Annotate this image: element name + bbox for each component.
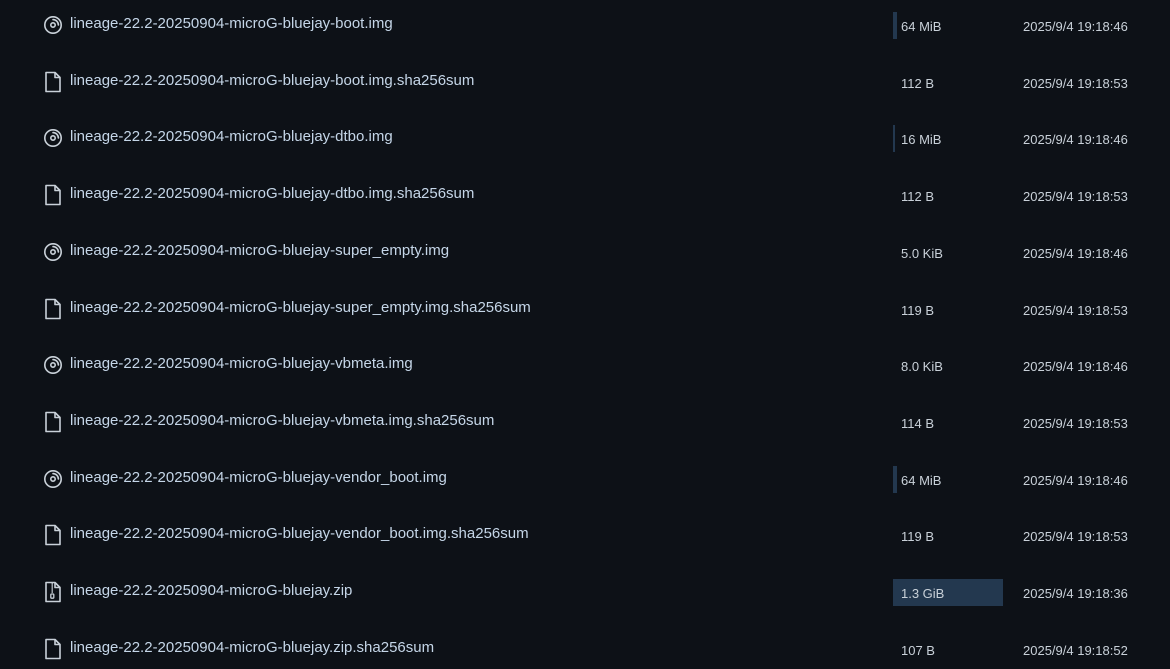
file-date: 2025/9/4 19:18:46 <box>1023 359 1128 375</box>
size-bar <box>893 465 897 493</box>
file-name-link[interactable]: lineage-22.2-20250904-microG-bluejay-dtb… <box>70 128 393 145</box>
file-row: lineage-22.2-20250904-microG-bluejay-sup… <box>0 227 1170 284</box>
file-icon <box>42 70 64 94</box>
file-row: lineage-22.2-20250904-microG-bluejay-dtb… <box>0 113 1170 170</box>
file-date: 2025/9/4 19:18:36 <box>1023 586 1128 601</box>
file-date: 2025/9/4 19:18:46 <box>1023 19 1128 34</box>
file-name-link[interactable]: lineage-22.2-20250904-microG-bluejay-vbm… <box>70 412 494 429</box>
file-name-link[interactable]: lineage-22.2-20250904-microG-bluejay.zip <box>70 582 352 599</box>
file-icon <box>42 410 64 434</box>
file-row: lineage-22.2-20250904-microG-bluejay-boo… <box>0 57 1170 114</box>
file-name-link[interactable]: lineage-22.2-20250904-microG-bluejay.zip… <box>70 639 434 656</box>
size-bar <box>893 12 897 39</box>
file-size: 114 B <box>901 415 935 431</box>
file-size-cell: 64 MiB <box>893 12 1003 39</box>
file-size-cell: 119 B <box>893 522 1003 549</box>
file-row: lineage-22.2-20250904-microG-bluejay-sup… <box>0 284 1170 341</box>
file-size: 1.3 GiB <box>901 586 945 601</box>
file-icon <box>42 183 64 207</box>
file-row: lineage-22.2-20250904-microG-bluejay-ven… <box>0 510 1170 567</box>
file-size-cell: 5.0 KiB <box>893 239 1003 266</box>
file-name-link[interactable]: lineage-22.2-20250904-microG-bluejay-dtb… <box>70 185 474 202</box>
file-size-cell: 114 B <box>893 409 1003 436</box>
file-size-cell: 8.0 KiB <box>893 352 1003 379</box>
file-size-cell: 107 B <box>893 636 1003 663</box>
file-row: lineage-22.2-20250904-microG-bluejay-vbm… <box>0 397 1170 454</box>
file-row: lineage-22.2-20250904-microG-bluejay.zip… <box>0 624 1170 669</box>
file-size-cell: 64 MiB <box>893 465 1003 493</box>
file-size: 107 B <box>901 642 935 658</box>
file-name-link[interactable]: lineage-22.2-20250904-microG-bluejay-boo… <box>70 15 393 32</box>
file-date: 2025/9/4 19:18:53 <box>1023 189 1128 205</box>
file-row: lineage-22.2-20250904-microG-bluejay-boo… <box>0 0 1170 57</box>
size-bar <box>893 125 895 153</box>
file-icon <box>42 297 64 321</box>
file-row: lineage-22.2-20250904-microG-bluejay-vbm… <box>0 340 1170 397</box>
file-size: 119 B <box>901 302 935 318</box>
file-size-cell: 112 B <box>893 182 1003 209</box>
file-size: 16 MiB <box>901 132 942 148</box>
file-size-cell: 1.3 GiB <box>893 579 1003 606</box>
file-date: 2025/9/4 19:18:53 <box>1023 75 1128 91</box>
file-size: 119 B <box>901 529 935 545</box>
file-row: lineage-22.2-20250904-microG-bluejay-dtb… <box>0 170 1170 227</box>
file-name-link[interactable]: lineage-22.2-20250904-microG-bluejay-boo… <box>70 72 474 89</box>
file-name-link[interactable]: lineage-22.2-20250904-microG-bluejay-sup… <box>70 299 531 316</box>
file-size: 112 B <box>901 75 935 91</box>
file-icon <box>42 523 64 547</box>
file-name-link[interactable]: lineage-22.2-20250904-microG-bluejay-ven… <box>70 525 529 542</box>
file-date: 2025/9/4 19:18:46 <box>1023 245 1128 261</box>
file-size: 5.0 KiB <box>901 245 943 261</box>
file-size-cell: 119 B <box>893 296 1003 323</box>
file-date: 2025/9/4 19:18:53 <box>1023 415 1128 431</box>
file-size-cell: 16 MiB <box>893 125 1003 153</box>
file-date: 2025/9/4 19:18:46 <box>1023 132 1128 148</box>
disc-icon <box>42 126 64 150</box>
file-date: 2025/9/4 19:18:46 <box>1023 472 1128 488</box>
file-name-link[interactable]: lineage-22.2-20250904-microG-bluejay-vbm… <box>70 355 413 372</box>
disc-icon <box>42 467 64 491</box>
zip-icon <box>42 580 64 604</box>
disc-icon <box>42 353 64 377</box>
file-row: lineage-22.2-20250904-microG-bluejay.zip… <box>0 567 1170 624</box>
file-size: 64 MiB <box>901 19 942 34</box>
disc-icon <box>42 13 64 37</box>
file-icon <box>42 637 64 661</box>
file-size: 112 B <box>901 189 935 205</box>
file-size-cell: 112 B <box>893 69 1003 96</box>
file-name-link[interactable]: lineage-22.2-20250904-microG-bluejay-ven… <box>70 469 447 486</box>
file-listing: lineage-22.2-20250904-microG-bluejay-boo… <box>0 0 1170 669</box>
file-date: 2025/9/4 19:18:53 <box>1023 529 1128 545</box>
file-row: lineage-22.2-20250904-microG-bluejay-ven… <box>0 454 1170 511</box>
file-date: 2025/9/4 19:18:52 <box>1023 642 1128 658</box>
disc-icon <box>42 240 64 264</box>
file-size: 8.0 KiB <box>901 359 943 375</box>
file-size: 64 MiB <box>901 472 942 488</box>
file-name-link[interactable]: lineage-22.2-20250904-microG-bluejay-sup… <box>70 242 449 259</box>
file-date: 2025/9/4 19:18:53 <box>1023 302 1128 318</box>
